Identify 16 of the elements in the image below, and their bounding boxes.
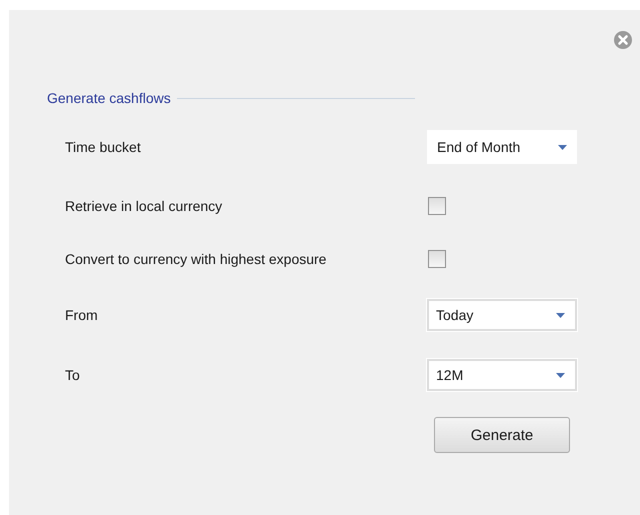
checkbox-label: Retrieve in local currency bbox=[65, 198, 224, 214]
caret-icon bbox=[556, 312, 565, 318]
close-icon[interactable] bbox=[614, 31, 632, 49]
field-label: To bbox=[65, 367, 81, 383]
field-label: Time bucket bbox=[65, 139, 142, 155]
dropdown[interactable]: Today bbox=[427, 299, 577, 331]
dropdown[interactable]: End of Month bbox=[427, 130, 577, 164]
dropdown[interactable]: 12M bbox=[427, 359, 577, 391]
checkbox[interactable] bbox=[428, 250, 446, 268]
generate-button[interactable]: Generate bbox=[434, 417, 570, 453]
field-label: From bbox=[65, 307, 99, 323]
checkbox[interactable] bbox=[428, 196, 446, 214]
section-title: Generate cashflows bbox=[47, 90, 171, 106]
caret-icon bbox=[558, 144, 567, 150]
checkbox-label: Convert to currency with highest exposure bbox=[65, 250, 328, 266]
caret-icon bbox=[556, 372, 565, 378]
